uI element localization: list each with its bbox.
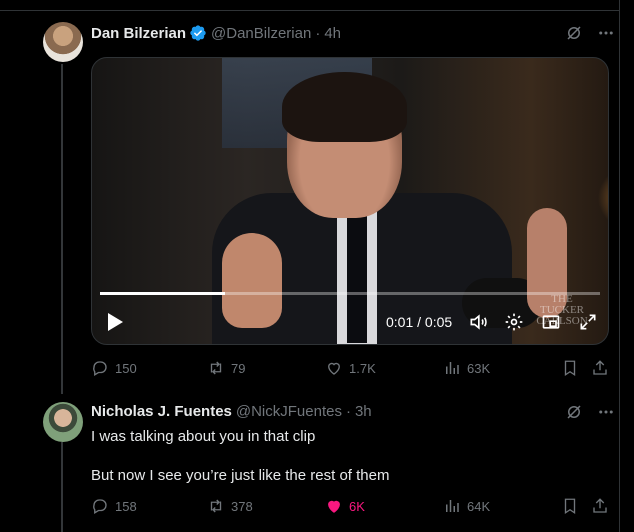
- more-icon[interactable]: [597, 24, 615, 42]
- settings-icon[interactable]: [503, 311, 525, 333]
- thread-connector: [61, 64, 63, 394]
- video-player[interactable]: THE TUCKER CARLSON 0:01 / 0:05: [91, 57, 609, 345]
- repost-button[interactable]: 79: [207, 359, 245, 377]
- play-icon[interactable]: [106, 312, 124, 332]
- timestamp[interactable]: 4h: [324, 25, 341, 42]
- avatar[interactable]: [43, 402, 83, 442]
- reply-count: 150: [115, 360, 137, 376]
- video-frame-person: [202, 72, 542, 344]
- author-name[interactable]: Nicholas J. Fuentes: [91, 403, 232, 420]
- video-progress-bar[interactable]: [100, 292, 600, 295]
- fullscreen-icon[interactable]: [577, 311, 599, 333]
- video-progress-fill: [100, 292, 225, 295]
- tweet-header-actions: [565, 24, 615, 42]
- views-icon: [446, 500, 459, 512]
- views-icon: [446, 362, 459, 374]
- reply-count: 158: [115, 498, 137, 514]
- share-icon: [593, 360, 607, 375]
- like-button[interactable]: 6K: [325, 497, 365, 515]
- column-border: [619, 0, 620, 532]
- tweet-header: Dan Bilzerian @DanBilzerian · 4h: [91, 24, 341, 42]
- grok-icon[interactable]: [565, 403, 583, 421]
- tweet-text-line: But now I see you’re just like the rest …: [91, 467, 390, 484]
- pip-icon[interactable]: [540, 311, 562, 333]
- bookmark-icon: [564, 360, 576, 377]
- reply-button[interactable]: 150: [91, 359, 137, 377]
- views-button[interactable]: 64K: [443, 497, 490, 515]
- views-count: 63K: [467, 360, 491, 376]
- tweet-text-line: I was talking about you in that clip: [91, 428, 316, 445]
- tweet-actions: 158 378 6K 64K: [91, 497, 611, 517]
- like-count: 6K: [349, 498, 365, 514]
- repost-button[interactable]: 378: [207, 497, 253, 515]
- thread-connector: [61, 442, 63, 532]
- author-name[interactable]: Dan Bilzerian: [91, 25, 186, 42]
- separator-dot: ·: [345, 403, 351, 420]
- reply-button[interactable]: 158: [91, 497, 137, 515]
- repost-icon: [210, 361, 222, 375]
- reply-icon: [93, 361, 107, 376]
- views-button[interactable]: 63K: [443, 359, 490, 377]
- repost-count: 378: [231, 498, 253, 514]
- reply-icon: [93, 499, 107, 514]
- views-count: 64K: [467, 498, 491, 514]
- video-controls: 0:01 / 0:05: [92, 310, 608, 336]
- verified-badge-icon: [190, 25, 206, 41]
- like-icon: [328, 362, 340, 375]
- more-icon[interactable]: [597, 403, 615, 421]
- like-count: 1.7K: [349, 360, 376, 376]
- tweet-actions: 150 79 1.7K 63K: [91, 359, 611, 379]
- grok-icon[interactable]: [565, 24, 583, 42]
- tweet-header-actions: [565, 403, 615, 421]
- like-button[interactable]: 1.7K: [325, 359, 376, 377]
- author-handle[interactable]: @NickJFuentes: [236, 403, 342, 420]
- separator-dot: ·: [315, 24, 321, 42]
- repost-icon: [210, 499, 222, 513]
- timestamp[interactable]: 3h: [355, 403, 372, 420]
- bookmark-button[interactable]: [561, 359, 579, 377]
- top-divider: [0, 10, 620, 11]
- share-button[interactable]: [591, 359, 609, 377]
- repost-count: 79: [231, 360, 246, 376]
- share-icon: [593, 498, 607, 513]
- bookmark-icon: [564, 498, 576, 515]
- video-time: 0:01 / 0:05: [386, 314, 453, 330]
- author-handle[interactable]: @DanBilzerian: [211, 25, 311, 42]
- volume-icon[interactable]: [467, 311, 489, 333]
- like-icon: [328, 500, 340, 513]
- bookmark-button[interactable]: [561, 497, 579, 515]
- avatar[interactable]: [43, 22, 83, 62]
- share-button[interactable]: [591, 497, 609, 515]
- tweet-header: Nicholas J. Fuentes @NickJFuentes · 3h: [91, 403, 372, 420]
